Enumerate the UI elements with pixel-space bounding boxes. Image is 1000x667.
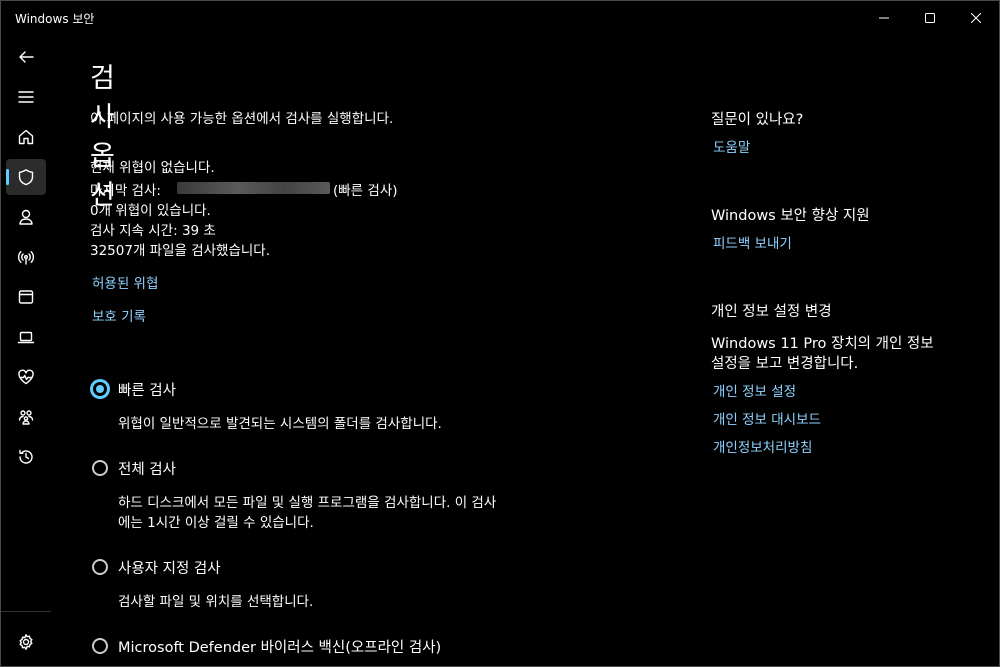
privacy-text-line2: 설정을 보고 변경합니다.	[711, 356, 859, 372]
threat-status: 현재 위협이 없습니다.	[90, 160, 215, 176]
privacy-settings-link[interactable]: 개인 정보 설정	[713, 380, 796, 400]
maximize-button[interactable]	[907, 1, 953, 35]
nav-protection-history[interactable]	[6, 439, 46, 475]
full-scan-label[interactable]: 전체 검사	[118, 458, 176, 479]
app-window: Windows 보안 검사 옵션 이 페이지의 사용 가능한 옵션에서 검사를 …	[0, 0, 1000, 667]
offline-scan-label[interactable]: Microsoft Defender 바이러스 백신(오프라인 검사)	[118, 636, 441, 657]
full-scan-description: 하드 디스크에서 모든 파일 및 실행 프로그램을 검사합니다. 이 검사	[118, 495, 497, 511]
help-link[interactable]: 도움말	[713, 136, 750, 156]
privacy-text-line1: Windows 11 Pro 장치의 개인 정보	[711, 336, 934, 352]
improve-heading: Windows 보안 향상 지원	[711, 208, 870, 224]
minimize-button[interactable]	[861, 1, 907, 35]
quick-scan-label[interactable]: 빠른 검사	[118, 379, 176, 400]
person-icon	[19, 209, 33, 225]
quick-scan-description: 위협이 일반적으로 발견되는 시스템의 폴더를 검사합니다.	[118, 416, 442, 432]
threat-count: 0개 위협이 있습니다.	[90, 203, 211, 219]
allowed-threats-link[interactable]: 허용된 위협	[92, 272, 158, 292]
title-bar: Windows 보안	[1, 1, 999, 35]
last-scan-type: (빠른 검사)	[333, 183, 398, 199]
sidebar-divider	[1, 611, 51, 612]
nav-firewall-network[interactable]	[6, 239, 46, 275]
nav-account-protection[interactable]	[6, 199, 46, 235]
hamburger-icon	[18, 91, 34, 103]
full-scan-radio[interactable]	[92, 460, 108, 476]
network-antenna-icon	[17, 251, 35, 265]
family-icon	[18, 410, 34, 425]
nav-virus-protection[interactable]	[6, 159, 46, 195]
gear-icon	[19, 634, 33, 650]
sidebar	[1, 35, 51, 666]
back-button[interactable]	[6, 39, 46, 75]
active-indicator	[6, 169, 9, 185]
full-scan-description-line2: 에는 1시간 이상 걸릴 수 있습니다.	[118, 515, 314, 531]
last-scan-label: 마지막 검사:	[90, 183, 161, 199]
nav-family-options[interactable]	[6, 399, 46, 435]
redacted-timestamp	[177, 182, 330, 194]
minimize-icon	[879, 17, 889, 19]
privacy-dashboard-link[interactable]: 개인 정보 대시보드	[713, 408, 821, 428]
nav-settings[interactable]	[6, 624, 46, 660]
scan-duration: 검사 지속 시간: 39 초	[90, 223, 216, 239]
heart-pulse-icon	[18, 369, 34, 385]
home-icon	[18, 129, 34, 145]
nav-home[interactable]	[6, 119, 46, 155]
nav-app-browser-control[interactable]	[6, 279, 46, 315]
feedback-link[interactable]: 피드백 보내기	[713, 232, 792, 252]
shield-icon	[18, 169, 34, 186]
window-title: Windows 보안	[15, 12, 95, 26]
maximize-icon	[925, 13, 935, 23]
history-icon	[19, 449, 33, 464]
browser-window-icon	[18, 290, 34, 304]
custom-scan-description: 검사할 파일 및 위치를 선택합니다.	[118, 594, 314, 610]
offline-scan-radio[interactable]	[92, 638, 108, 654]
page-subtitle: 이 페이지의 사용 가능한 옵션에서 검사를 실행합니다.	[90, 111, 394, 127]
custom-scan-label[interactable]: 사용자 지정 검사	[118, 557, 221, 578]
privacy-heading: 개인 정보 설정 변경	[711, 304, 832, 320]
menu-button[interactable]	[6, 79, 46, 115]
laptop-icon	[17, 331, 35, 344]
close-icon	[971, 13, 981, 23]
custom-scan-radio[interactable]	[92, 559, 108, 575]
close-button[interactable]	[953, 1, 999, 35]
help-heading: 질문이 있나요?	[711, 112, 804, 128]
privacy-statement-link[interactable]: 개인정보처리방침	[713, 436, 812, 456]
nav-device-security[interactable]	[6, 319, 46, 355]
back-arrow-icon	[19, 51, 34, 63]
files-scanned: 32507개 파일을 검사했습니다.	[90, 243, 271, 259]
protection-history-link[interactable]: 보호 기록	[92, 305, 146, 325]
nav-device-performance[interactable]	[6, 359, 46, 395]
quick-scan-radio[interactable]	[90, 379, 110, 399]
